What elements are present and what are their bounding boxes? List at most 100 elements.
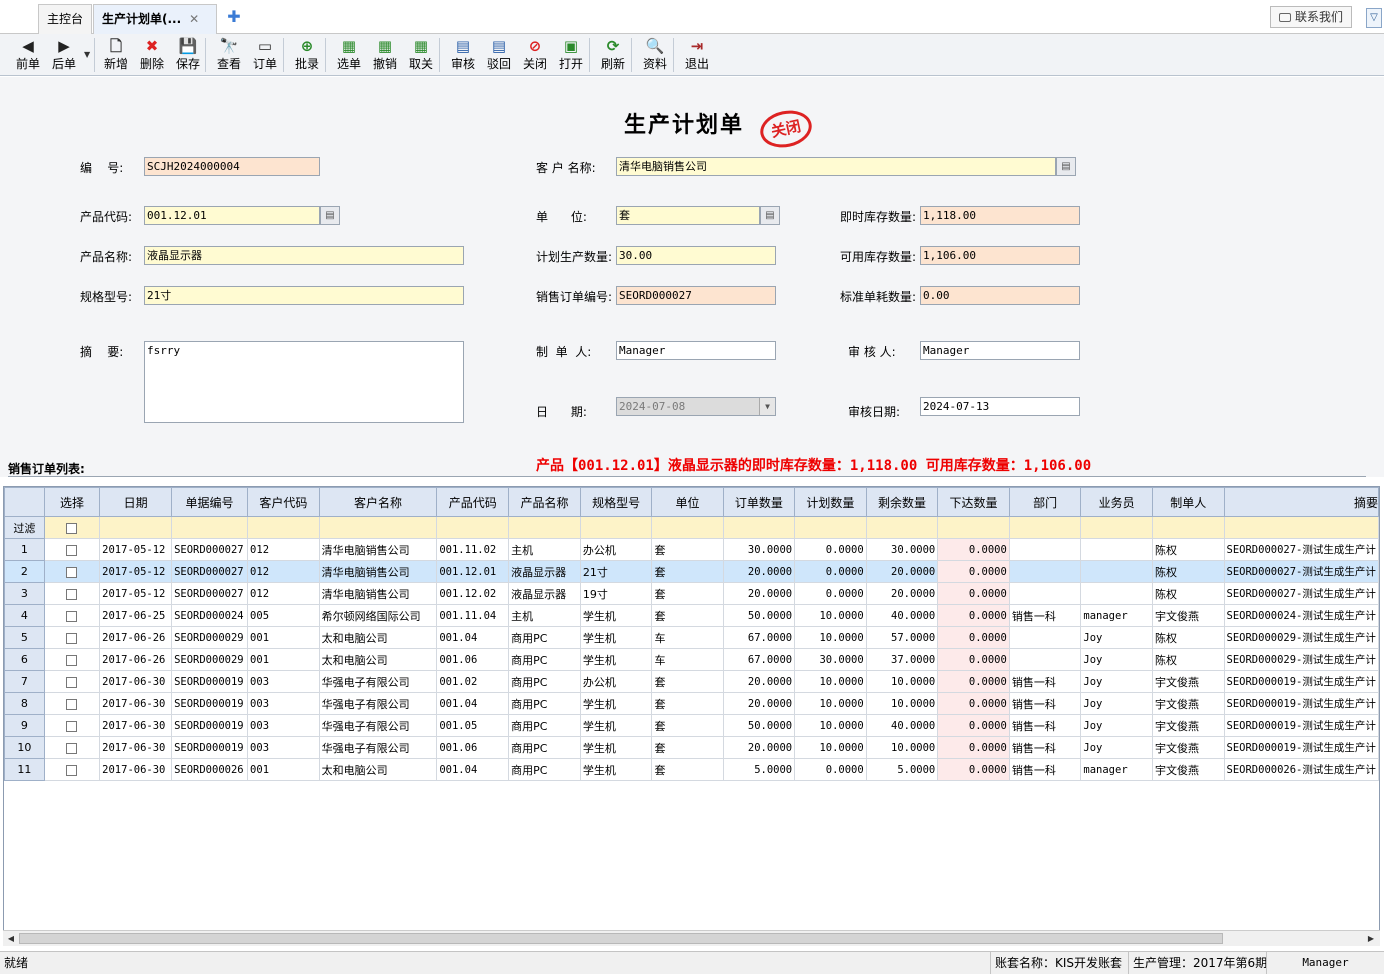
row-checkbox[interactable] — [66, 610, 78, 622]
product-code-field[interactable]: 001.12.01 — [144, 206, 320, 225]
row-number[interactable]: 3 — [4, 582, 45, 605]
contact-us-button[interactable]: 联系我们 — [1270, 6, 1353, 28]
filter-cell[interactable] — [508, 516, 581, 539]
row-checkbox[interactable] — [66, 632, 78, 644]
toolbar-button-16[interactable]: 🔍 资料 — [637, 36, 673, 74]
column-header[interactable]: 产品代码 — [436, 487, 510, 517]
scroll-left-icon[interactable]: ◀ — [5, 933, 17, 945]
toolbar-button-10[interactable]: ▦ 取关 — [403, 36, 439, 74]
row-number[interactable]: 5 — [4, 626, 45, 649]
select-cell[interactable] — [43, 582, 101, 605]
column-header[interactable]: 业务员 — [1080, 487, 1153, 517]
row-number[interactable]: 1 — [4, 538, 45, 561]
filter-cell[interactable] — [722, 516, 796, 539]
filter-cell[interactable] — [436, 516, 510, 539]
scroll-right-icon[interactable]: ▶ — [1365, 933, 1377, 945]
select-cell[interactable] — [43, 560, 101, 583]
column-header[interactable]: 日期 — [99, 487, 173, 517]
filter-cell[interactable] — [651, 516, 724, 539]
filter-cell[interactable] — [865, 516, 939, 539]
chevron-down-icon[interactable]: ▼ — [84, 50, 90, 59]
row-checkbox[interactable] — [66, 566, 78, 578]
select-cell[interactable] — [43, 648, 101, 671]
table-row[interactable]: 11 2017-06-30 SEORD000026 001 太和电脑公司 001.04 商用… — [4, 758, 1379, 781]
unit-field[interactable]: 套 — [616, 206, 760, 225]
select-cell[interactable] — [43, 714, 101, 737]
toolbar-button-17[interactable]: ⇥ 退出 — [679, 36, 715, 74]
column-header[interactable]: 部门 — [1008, 487, 1082, 517]
toolbar-button-1[interactable]: ▶ 后单 — [46, 36, 82, 74]
row-number[interactable]: 4 — [4, 604, 45, 627]
toolbar-button-5[interactable]: 🔭 查看 — [211, 36, 247, 74]
table-row[interactable]: 3 2017-05-12 SEORD000027 012 清华电脑销售公司 001.12.… — [4, 582, 1379, 605]
select-cell[interactable] — [43, 670, 101, 693]
toolbar-button-3[interactable]: ✖ 删除 — [134, 36, 170, 74]
row-checkbox[interactable] — [66, 654, 78, 666]
filter-cell[interactable] — [1080, 516, 1153, 539]
table-row[interactable]: 4 2017-06-25 SEORD000024 005 希尔顿网络国际公司 001.11… — [4, 604, 1379, 627]
select-cell[interactable] — [43, 736, 101, 759]
toolbar-button-4[interactable]: 💾 保存 — [170, 36, 206, 74]
row-checkbox[interactable] — [66, 720, 78, 732]
code-field[interactable]: SCJH2024000004 — [144, 157, 320, 176]
column-header[interactable]: 订单数量 — [722, 487, 796, 517]
column-header[interactable]: 单据编号 — [171, 487, 249, 517]
filter-cell[interactable] — [99, 516, 173, 539]
row-number[interactable]: 9 — [4, 714, 45, 737]
filter-cell[interactable] — [247, 516, 320, 539]
row-number[interactable]: 7 — [4, 670, 45, 693]
spec-field[interactable]: 21寸 — [144, 286, 464, 305]
column-header[interactable]: 选择 — [43, 487, 101, 517]
toolbar-button-14[interactable]: ▣ 打开 — [553, 36, 589, 74]
toolbar-button-2[interactable]: 🗋 新增 — [98, 36, 134, 74]
row-number[interactable]: 8 — [4, 692, 45, 715]
row-number[interactable]: 6 — [4, 648, 45, 671]
product-name-field[interactable]: 液晶显示器 — [144, 246, 464, 265]
tab-production-plan[interactable]: 生产计划单(... ✕ — [93, 4, 217, 34]
column-header[interactable]: 剩余数量 — [865, 487, 939, 517]
row-checkbox[interactable] — [66, 698, 78, 710]
customer-field[interactable]: 清华电脑销售公司 — [616, 157, 1056, 176]
table-row[interactable]: 2 2017-05-12 SEORD000027 012 清华电脑销售公司 001.12.… — [4, 560, 1379, 583]
add-tab-icon[interactable]: ✚ — [224, 8, 244, 28]
select-cell[interactable] — [43, 626, 101, 649]
toolbar-button-8[interactable]: ▦ 选单 — [331, 36, 367, 74]
row-checkbox[interactable] — [66, 742, 78, 754]
filter-cell[interactable] — [1151, 516, 1225, 539]
filter-cell[interactable] — [579, 516, 653, 539]
scrollbar-thumb[interactable] — [19, 933, 1223, 944]
tab-console[interactable]: 主控台 — [38, 4, 93, 34]
toolbar-button-11[interactable]: ▤ 审核 — [445, 36, 481, 74]
column-header[interactable]: 单位 — [651, 487, 724, 517]
column-header[interactable]: 客户名称 — [318, 487, 438, 517]
select-cell[interactable] — [43, 692, 101, 715]
toolbar-button-0[interactable]: ◀ 前单 — [10, 36, 46, 74]
row-checkbox[interactable] — [66, 676, 78, 688]
row-number[interactable]: 10 — [4, 736, 45, 759]
column-header[interactable]: 摘要 — [1223, 487, 1379, 517]
filter-cell[interactable] — [318, 516, 438, 539]
column-header[interactable]: 客户代码 — [247, 487, 320, 517]
toolbar-button-6[interactable]: ▭ 订单 — [247, 36, 283, 74]
table-row[interactable]: 9 2017-06-30 SEORD000019 003 华强电子有限公司 001.05 商… — [4, 714, 1379, 737]
filter-cell[interactable] — [1223, 516, 1379, 539]
toolbar-button-7[interactable]: ⊕ 批录 — [289, 36, 325, 74]
table-row[interactable]: 6 2017-06-26 SEORD000029 001 太和电脑公司 001.06 商用P… — [4, 648, 1379, 671]
column-header[interactable]: 计划数量 — [794, 487, 867, 517]
filter-cell[interactable] — [1008, 516, 1082, 539]
row-checkbox[interactable] — [66, 764, 78, 776]
chevron-down-icon[interactable]: ▽ — [1366, 8, 1382, 28]
date-field[interactable]: 2024-07-08 ▼ — [616, 397, 776, 416]
filter-cell[interactable] — [43, 516, 101, 539]
filter-cell[interactable] — [171, 516, 249, 539]
column-header[interactable]: 规格型号 — [579, 487, 653, 517]
product-picker-icon[interactable]: ▤ — [320, 206, 340, 225]
close-icon[interactable]: ✕ — [189, 12, 199, 26]
select-cell[interactable] — [43, 758, 101, 781]
toolbar-button-13[interactable]: ⊘ 关闭 — [517, 36, 553, 74]
column-header[interactable]: 制单人 — [1151, 487, 1225, 517]
unit-picker-icon[interactable]: ▤ — [760, 206, 780, 225]
filter-checkbox[interactable] — [66, 522, 78, 534]
column-header[interactable]: 下达数量 — [937, 487, 1010, 517]
plan-qty-field[interactable]: 30.00 — [616, 246, 776, 265]
